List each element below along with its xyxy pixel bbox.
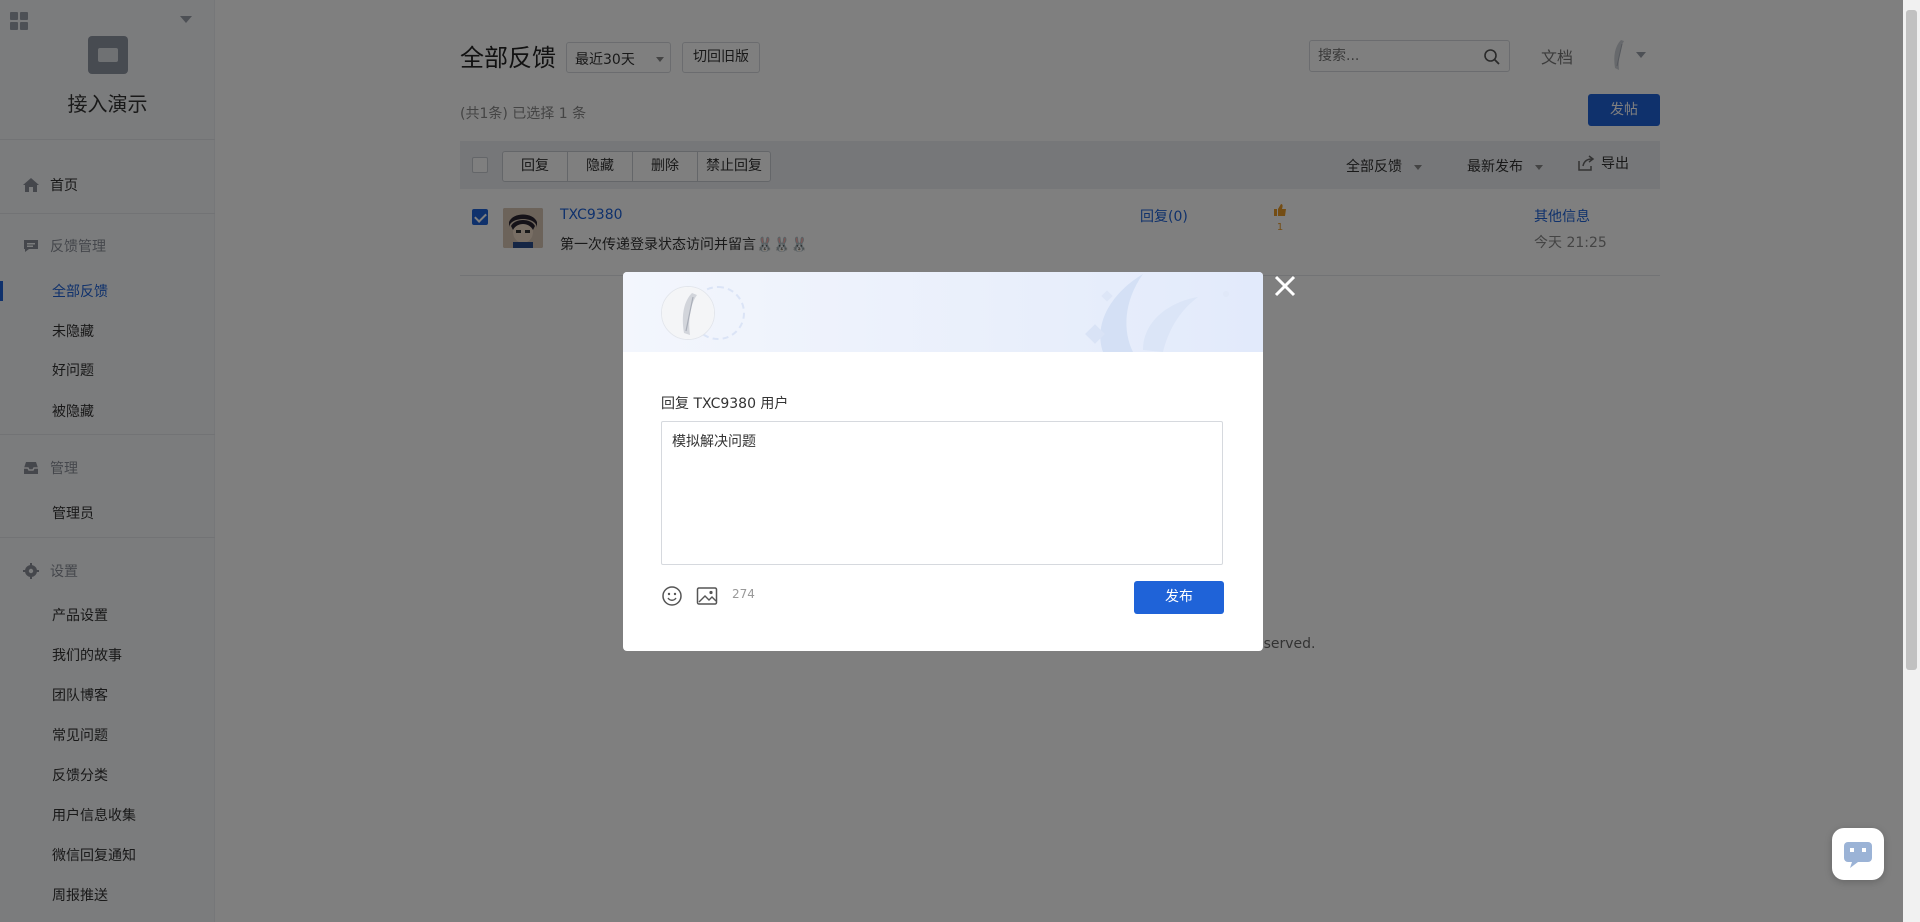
emoji-icon[interactable]	[661, 585, 683, 607]
modal-header	[623, 272, 1263, 352]
close-icon[interactable]	[1271, 272, 1299, 300]
reply-textarea[interactable]: 模拟解决问题	[661, 421, 1223, 565]
image-icon[interactable]	[696, 586, 718, 606]
char-count: 274	[732, 587, 755, 601]
scrollbar[interactable]	[1903, 0, 1920, 922]
scrollbar-thumb[interactable]	[1906, 10, 1917, 670]
chat-widget-button[interactable]	[1832, 828, 1884, 880]
reply-modal: 回复 TXC9380 用户 模拟解决问题 274 发布	[623, 272, 1263, 651]
reply-to-label: 回复 TXC9380 用户	[661, 396, 789, 412]
publish-button[interactable]: 发布	[1134, 581, 1224, 614]
chat-icon	[1844, 842, 1872, 868]
avatar	[661, 286, 715, 340]
